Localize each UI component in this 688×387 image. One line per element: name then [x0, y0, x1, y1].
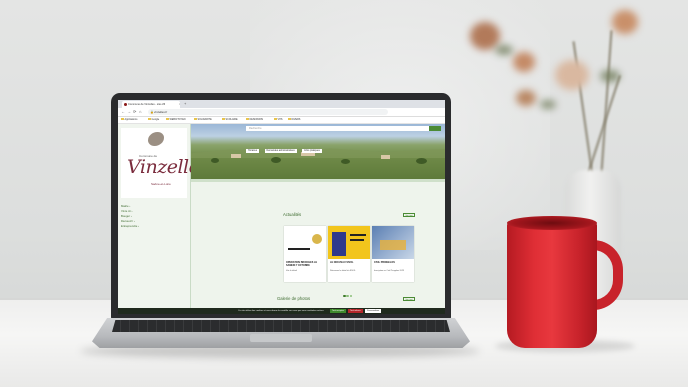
site-main: Recherche Horaires Demandes administrati…	[191, 124, 445, 314]
tab-title: Commune de Vinzelles - site offi	[128, 103, 166, 106]
carousel-dot[interactable]	[346, 294, 349, 297]
news-card-title: CIVIL PRINGELOS	[374, 261, 395, 264]
cookie-banner: Ce site utilise des cookies et vous donn…	[118, 308, 445, 314]
site-sidebar: Commune de Vinzelles Saône-et-Loire Mair…	[118, 124, 209, 314]
cookie-customize-button[interactable]: Personnaliser	[365, 309, 382, 313]
carousel-dots	[343, 284, 353, 302]
laptop-keyboard	[112, 320, 450, 332]
gallery-see-all-button[interactable]: Voir tout	[403, 297, 415, 301]
news-card-text: Voir le détail	[286, 270, 297, 272]
back-icon[interactable]: ←	[121, 108, 125, 116]
website: Commune de Vinzelles Saône-et-Loire Mair…	[118, 124, 445, 314]
news-card[interactable]: OPERATION BRIOCHES LE SAMEDI 7 OCTOBRE V…	[284, 226, 326, 282]
close-tab-icon[interactable]: ×	[179, 101, 180, 108]
news-card-image	[328, 226, 370, 259]
lock-icon: 🔒	[150, 110, 154, 114]
side-menu-item[interactable]: Entreprendre ›	[121, 224, 139, 229]
quick-links: Horaires Demandes administratives Infos …	[246, 138, 323, 156]
cookie-accept-button[interactable]: Tout accepter	[330, 309, 347, 313]
site-logo[interactable]: Commune de Vinzelles Saône-et-Loire	[121, 128, 209, 198]
news-see-all-button[interactable]: Voir tout	[403, 213, 415, 217]
news-card-text: Inscription au Civil Pringelos 2023	[374, 270, 405, 272]
news-card-image	[372, 226, 414, 259]
carousel-dot[interactable]	[349, 294, 353, 297]
carousel-dot[interactable]	[343, 294, 346, 297]
bookmark-item[interactable]: Google	[148, 117, 160, 123]
logo-subtitle: Saône-et-Loire	[151, 182, 171, 186]
browser-tab[interactable]: Commune de Vinzelles - site offi ×	[122, 101, 180, 108]
news-card-text: Retrouvez le détail du SIVOL	[330, 270, 356, 272]
side-menu: Mairie › Vivre ici › Bouger › Découvrir …	[121, 204, 139, 229]
site-search-input[interactable]: Recherche	[246, 126, 441, 131]
new-tab-button[interactable]: +	[184, 100, 186, 108]
cookie-refuse-button[interactable]: Tout refuser	[348, 309, 363, 313]
news-card-title: OPERATION BRIOCHES LE SAMEDI 7 OCTOBRE	[286, 261, 318, 267]
quick-link[interactable]: Horaires	[246, 149, 260, 153]
news-card[interactable]: LE NOUVEAU SIVOL Retrouvez le détail du …	[328, 226, 370, 282]
bookmark-item[interactable]: SOLIDARITE	[194, 117, 212, 123]
bookmarks-bar: Applications Google WEBCITOYEN SOLIDARIT…	[118, 117, 445, 124]
mug-rim	[507, 216, 597, 230]
cookie-message: Ce site utilise des cookies et vous donn…	[238, 310, 324, 312]
laptop-screen: Commune de Vinzelles - site offi × + ← →…	[118, 100, 445, 314]
browser-toolbar: ← → ⟳ ⌂ 🔒 vinzelles.fr	[118, 108, 445, 117]
bookmark-item[interactable]: DIVERS	[288, 117, 301, 123]
bookmark-item[interactable]: SCOLAIRE	[222, 117, 238, 123]
quick-link[interactable]: Demandes administratives	[264, 149, 297, 153]
laptop-touchpad	[250, 334, 312, 342]
red-coffee-mug	[507, 220, 597, 348]
news-section-title: Actualités	[283, 212, 302, 217]
news-card-image	[284, 226, 326, 259]
news-card[interactable]: CIVIL PRINGELOS Inscription au Civil Pri…	[372, 226, 414, 282]
browser-tab-bar: Commune de Vinzelles - site offi × +	[118, 100, 445, 108]
bookmark-item[interactable]: DESKPARIS	[246, 117, 264, 123]
bookmark-item[interactable]: Applications	[121, 117, 138, 123]
address-text: vinzelles.fr	[154, 110, 168, 114]
gallery-section-title: Galerie de photos	[277, 296, 311, 301]
site-favicon-icon	[123, 103, 127, 106]
vine-leaf-icon	[148, 132, 164, 146]
address-bar[interactable]: 🔒 vinzelles.fr	[148, 109, 388, 115]
bookmark-item[interactable]: WEBCITOYEN	[166, 117, 186, 123]
hero-divider	[191, 179, 445, 182]
news-card-title: LE NOUVEAU SIVOL	[330, 261, 354, 264]
forward-icon[interactable]: →	[127, 108, 131, 116]
home-icon[interactable]: ⌂	[139, 108, 141, 116]
bookmark-item[interactable]: VHS	[274, 117, 283, 123]
reload-icon[interactable]: ⟳	[133, 108, 136, 116]
search-button[interactable]	[429, 126, 441, 131]
quick-link[interactable]: Infos pratiques	[302, 149, 322, 153]
hero-landscape-image: Recherche Horaires Demandes administrati…	[191, 124, 445, 179]
